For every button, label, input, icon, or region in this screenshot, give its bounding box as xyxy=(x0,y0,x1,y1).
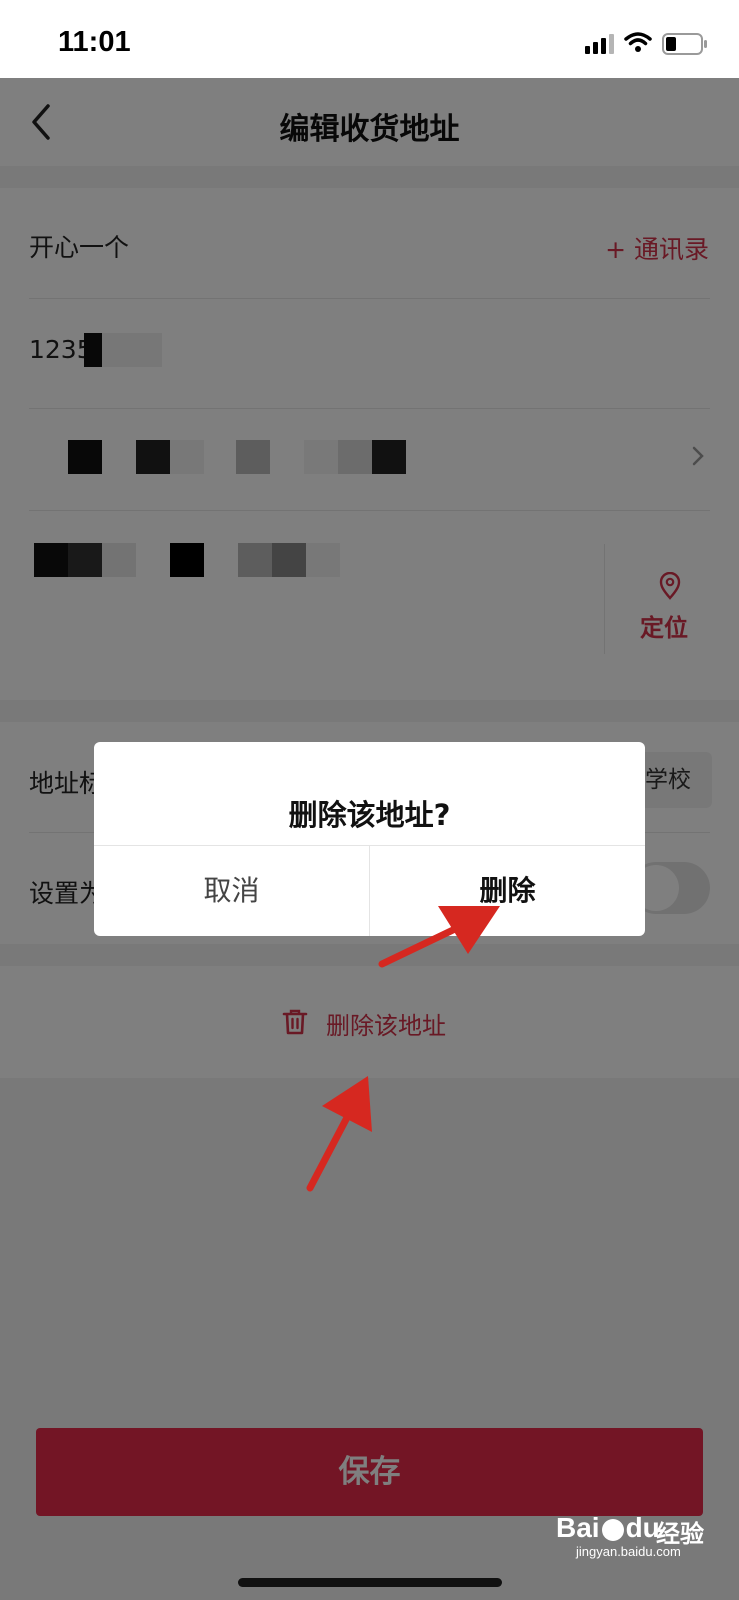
wifi-icon xyxy=(624,32,652,52)
cancel-button[interactable]: 取消 xyxy=(94,846,369,936)
status-time: 11:01 xyxy=(58,26,131,58)
home-indicator xyxy=(238,1578,502,1587)
confirm-delete-dialog: 删除该地址? 取消 删除 xyxy=(94,742,645,936)
battery-icon xyxy=(662,33,707,55)
baidu-jingyan-watermark: Bai du 经验 jingyan.baidu.com xyxy=(556,1512,726,1559)
status-bar: 11:01 xyxy=(0,0,739,78)
dialog-title: 删除该地址? xyxy=(288,798,451,832)
paw-icon xyxy=(601,1518,624,1541)
watermark-url: jingyan.baidu.com xyxy=(576,1544,681,1559)
confirm-delete-button[interactable]: 删除 xyxy=(370,846,645,936)
watermark-logo: Bai du xyxy=(556,1512,660,1543)
cellular-signal-icon xyxy=(585,34,614,54)
